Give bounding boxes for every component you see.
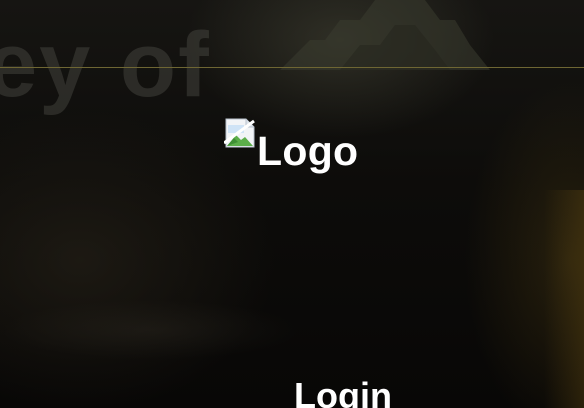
background-pyramid-image xyxy=(280,0,490,70)
background-headline: ey of xyxy=(0,14,211,116)
logo-link[interactable]: Logo xyxy=(224,117,358,177)
background-haze xyxy=(0,300,300,360)
header-divider xyxy=(0,67,584,68)
page-background: ey of Logo Login xyxy=(0,0,584,408)
logo-alt-text: Logo xyxy=(257,128,359,174)
broken-image-icon xyxy=(224,118,255,148)
login-heading: Login xyxy=(294,375,392,408)
background-glow xyxy=(544,190,584,408)
